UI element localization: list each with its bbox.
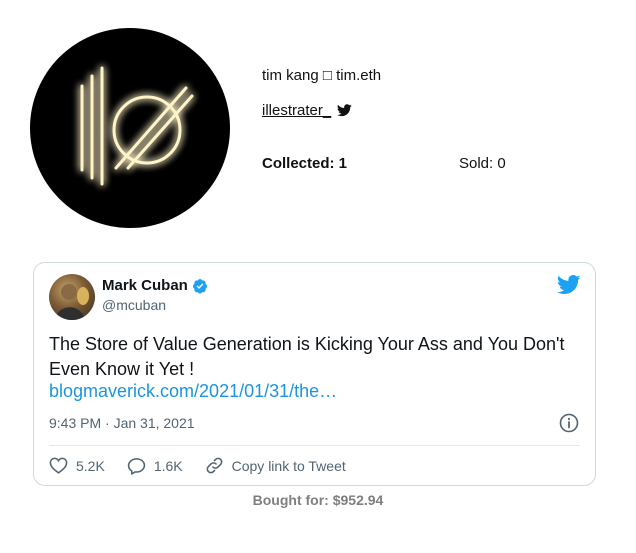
heart-icon [49, 457, 68, 474]
tweet-actions: 5.2K 1.6K Copy link to Tweet [49, 456, 368, 475]
nft-profile-page: tim kang □ tim.eth illestrater_ Collecte… [0, 0, 636, 553]
tweet-author-name-row[interactable]: Mark Cuban [102, 277, 208, 294]
profile-avatar [30, 28, 230, 228]
info-icon[interactable] [559, 413, 579, 433]
verified-badge-icon [192, 278, 207, 294]
tweet-timestamp[interactable]: 9:43 PM · Jan 31, 2021 [49, 415, 195, 431]
like-count: 5.2K [76, 457, 105, 474]
bought-price: Bought for: $952.94 [252, 492, 384, 508]
tweet-author-name: Mark Cuban [102, 277, 188, 294]
tweet-link[interactable]: blogmaverick.com/2021/01/31/the… [49, 381, 337, 402]
author-photo [55, 284, 89, 320]
profile-display-name: tim kang □ tim.eth [262, 67, 382, 84]
tweet-author-avatar[interactable] [49, 274, 95, 320]
collected-count: Collected: 1 [262, 155, 348, 172]
reply-count: 1.6K [153, 457, 183, 474]
tweet-divider [49, 445, 580, 446]
twitter-handle-label: illestrater_ [262, 102, 332, 119]
copy-link-label: Copy link to Tweet [231, 457, 346, 474]
reply-button[interactable]: 1.6K [127, 457, 183, 475]
twitter-bird-icon[interactable] [557, 275, 581, 295]
illestrater-logo [80, 66, 194, 186]
twitter-handle-link[interactable]: illestrater_ [262, 102, 352, 119]
like-button[interactable]: 5.2K [49, 457, 105, 474]
tweet-text: The Store of Value Generation is Kicking… [49, 334, 565, 379]
link-icon [206, 457, 223, 474]
embedded-tweet[interactable]: Mark Cuban @mcuban The Store of Value Ge… [33, 262, 596, 486]
copy-link-button[interactable]: Copy link to Tweet [205, 456, 346, 475]
twitter-bird-icon [337, 104, 352, 117]
reply-icon [127, 457, 146, 475]
tweet-author-handle[interactable]: @mcuban [102, 297, 166, 313]
sold-count: Sold: 0 [459, 155, 506, 172]
